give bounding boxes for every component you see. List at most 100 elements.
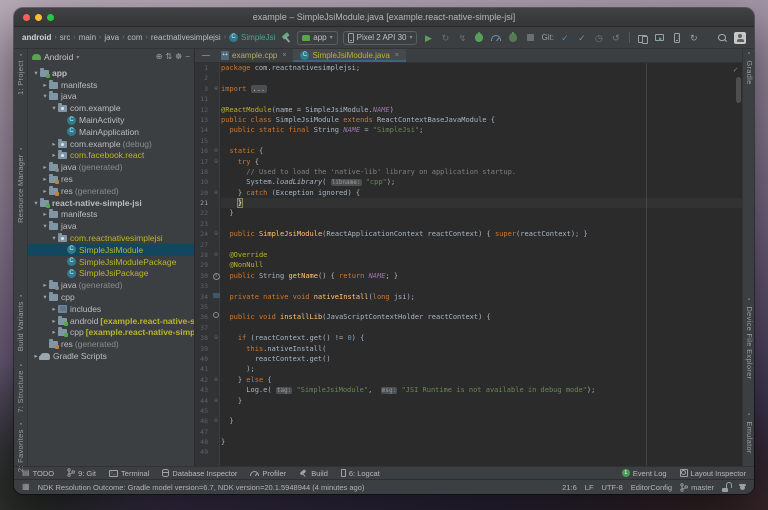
maximize-window-button[interactable] (47, 14, 54, 21)
code-editor[interactable]: 1 package com.reactnativesimplejsi; 2 3 ⊕ imp… (195, 63, 742, 466)
tree-item-react-native-simple-jsi[interactable]: ▾ react-native-simple-jsi (28, 197, 194, 209)
user-profile-button[interactable] (734, 31, 746, 44)
project-view-selector[interactable]: Android (44, 52, 73, 62)
git-branch-widget[interactable]: master (680, 483, 714, 492)
chevron-collapsed-icon[interactable]: ▸ (41, 163, 49, 171)
breadcrumb-item[interactable]: com (127, 33, 142, 42)
tree-item-com-reactnativesimplejsi[interactable]: ▾ com.reactnativesimplejsi (28, 232, 194, 244)
chevron-collapsed-icon[interactable]: ▸ (41, 210, 49, 218)
tool-window-button-event-log[interactable]: 1 Event Log (621, 469, 667, 478)
breadcrumb-item[interactable]: android (22, 33, 51, 42)
tool-window-button-profiler[interactable]: Profiler (250, 469, 286, 478)
chevron-collapsed-icon[interactable]: ▸ (41, 187, 49, 195)
editorconfig-widget[interactable]: EditorConfig (631, 483, 672, 492)
chevron-collapsed-icon[interactable]: ▸ (50, 305, 58, 313)
override-marker-icon[interactable] (212, 272, 220, 280)
hide-panel-button[interactable]: − (185, 52, 190, 62)
apply-changes-button[interactable]: ↻ (439, 32, 451, 44)
tool-window-button-6-logcat[interactable]: 6: Logcat (340, 469, 380, 478)
readonly-toggle[interactable] (722, 482, 732, 492)
panel-settings-button[interactable]: ☸ (175, 52, 182, 62)
device-select[interactable]: Pixel 2 API 30 ▾ (342, 30, 418, 45)
tree-item-app[interactable]: ▾ app (28, 67, 194, 79)
encoding-widget[interactable]: UTF-8 (602, 483, 623, 492)
tool-window-button-device-file-explorer[interactable]: Device File Explorer (745, 297, 754, 379)
tree-item-res[interactable]: res (generated) (28, 338, 194, 350)
minimize-window-button[interactable] (35, 14, 42, 21)
method-marker-icon[interactable] (213, 312, 219, 319)
chevron-expanded-icon[interactable]: ▾ (41, 293, 49, 301)
git-update-button[interactable]: ✓ (559, 32, 571, 44)
line-ending-widget[interactable]: LF (585, 483, 594, 492)
tool-window-button-database-inspector[interactable]: Database Inspector (162, 469, 237, 478)
chevron-expanded-icon[interactable]: ▾ (32, 199, 40, 207)
collapse-all-button[interactable]: ⇅ (165, 52, 172, 62)
tree-item-simplejsimodule[interactable]: SimpleJsiModule (28, 243, 194, 256)
tree-item-includes[interactable]: ▸ includes (28, 303, 194, 315)
breadcrumb-item[interactable]: main (79, 33, 96, 42)
chevron-collapsed-icon[interactable]: ▸ (50, 328, 58, 336)
tree-item-com-example[interactable]: ▸ com.example (debug) (28, 138, 194, 150)
tool-window-button-9-git[interactable]: 9: Git (67, 467, 96, 479)
apply-code-changes-button[interactable]: ↯ (456, 32, 468, 44)
caret-position-widget[interactable]: 21:6 (562, 483, 577, 492)
git-commit-button[interactable]: ✓ (576, 32, 588, 44)
editor-scrollbar[interactable] (736, 77, 741, 103)
tree-item-simplejsipackage[interactable]: SimpleJsiPackage (28, 268, 194, 280)
chevron-expanded-icon[interactable]: ▾ (41, 92, 49, 100)
locate-file-button[interactable]: ⊕ (156, 52, 163, 62)
tree-item-mainapplication[interactable]: MainApplication (28, 126, 194, 138)
running-devices-button[interactable] (654, 32, 666, 44)
chevron-expanded-icon[interactable]: ▾ (50, 104, 58, 112)
git-rollback-button[interactable]: ↺ (610, 32, 622, 44)
chevron-collapsed-icon[interactable]: ▸ (50, 317, 58, 325)
inspection-ok-icon[interactable]: ✓ (733, 65, 738, 74)
tree-item-android[interactable]: ▸ android[example.react-native-simple-jsi… (28, 315, 194, 327)
tree-item-simplejsimodulepackage[interactable]: SimpleJsiModulePackage (28, 256, 194, 268)
tool-window-button-layout-inspector[interactable]: Layout Inspector (679, 469, 746, 478)
tree-item-manifests[interactable]: ▸ manifests (28, 79, 194, 91)
tree-item-com-facebook-react[interactable]: ▸ com.facebook.react (28, 150, 194, 162)
git-history-button[interactable]: ◷ (593, 32, 605, 44)
tool-window-button-build-variants[interactable]: Build Variants (16, 292, 25, 351)
chevron-collapsed-icon[interactable]: ▸ (41, 281, 49, 289)
tree-item-res[interactable]: ▸ res (generated) (28, 185, 194, 197)
device-manager-button[interactable] (637, 32, 649, 44)
tree-item-cpp[interactable]: ▸ cpp[example.react-native-simple-jsi] (28, 327, 194, 339)
build-project-button[interactable] (280, 32, 292, 44)
tree-item-java[interactable]: ▾ java (28, 91, 194, 103)
tree-item-res[interactable]: ▸ res (28, 173, 194, 185)
tree-item-cpp[interactable]: ▾ cpp (28, 291, 194, 303)
run-button[interactable]: ▶ (422, 32, 434, 44)
tree-item-com-example[interactable]: ▾ com.example (28, 102, 194, 114)
native-method-icon[interactable] (212, 292, 220, 298)
tree-item-manifests[interactable]: ▸ manifests (28, 209, 194, 221)
tree-item-java[interactable]: ▸ java (generated) (28, 279, 194, 291)
tool-window-button-build[interactable]: Build (299, 469, 328, 478)
tree-item-java[interactable]: ▾ java (28, 220, 194, 232)
close-tab-icon[interactable]: × (282, 52, 286, 59)
tab-options-icon[interactable]: — (198, 51, 214, 60)
breadcrumb-item[interactable]: java (104, 33, 119, 42)
sync-gradle-button[interactable]: ↻ (688, 32, 700, 44)
breadcrumb-item[interactable]: src (60, 33, 71, 42)
tree-item-gradle-scripts[interactable]: ▸ Gradle Scripts (28, 350, 194, 362)
attach-debugger-button[interactable] (507, 31, 519, 44)
chevron-expanded-icon[interactable]: ▾ (41, 222, 49, 230)
tree-item-java[interactable]: ▸ java (generated) (28, 161, 194, 173)
highlighting-level-button[interactable] (739, 483, 746, 491)
chevron-collapsed-icon[interactable]: ▸ (41, 175, 49, 183)
tool-window-button-7-structure[interactable]: 7: Structure (16, 361, 25, 412)
close-window-button[interactable] (23, 14, 30, 21)
tool-window-button-2-favorites[interactable]: 2: Favorites (16, 420, 25, 472)
search-everywhere-button[interactable] (716, 32, 728, 44)
tool-window-button-todo[interactable]: ▤ TODO (22, 469, 54, 478)
profile-button[interactable] (490, 32, 502, 44)
editor-tab-simplejsimodule-java[interactable]: SimpleJsiModule.java × (293, 49, 406, 62)
chevron-collapsed-icon[interactable]: ▸ (50, 140, 58, 148)
tool-window-button-resource-manager[interactable]: Resource Manager (16, 145, 25, 223)
chevron-expanded-icon[interactable]: ▾ (32, 69, 40, 77)
tool-window-button-1-project[interactable]: 1: Project (16, 51, 25, 95)
run-configuration-select[interactable]: app ▾ (297, 30, 338, 45)
chevron-collapsed-icon[interactable]: ▸ (41, 81, 49, 89)
